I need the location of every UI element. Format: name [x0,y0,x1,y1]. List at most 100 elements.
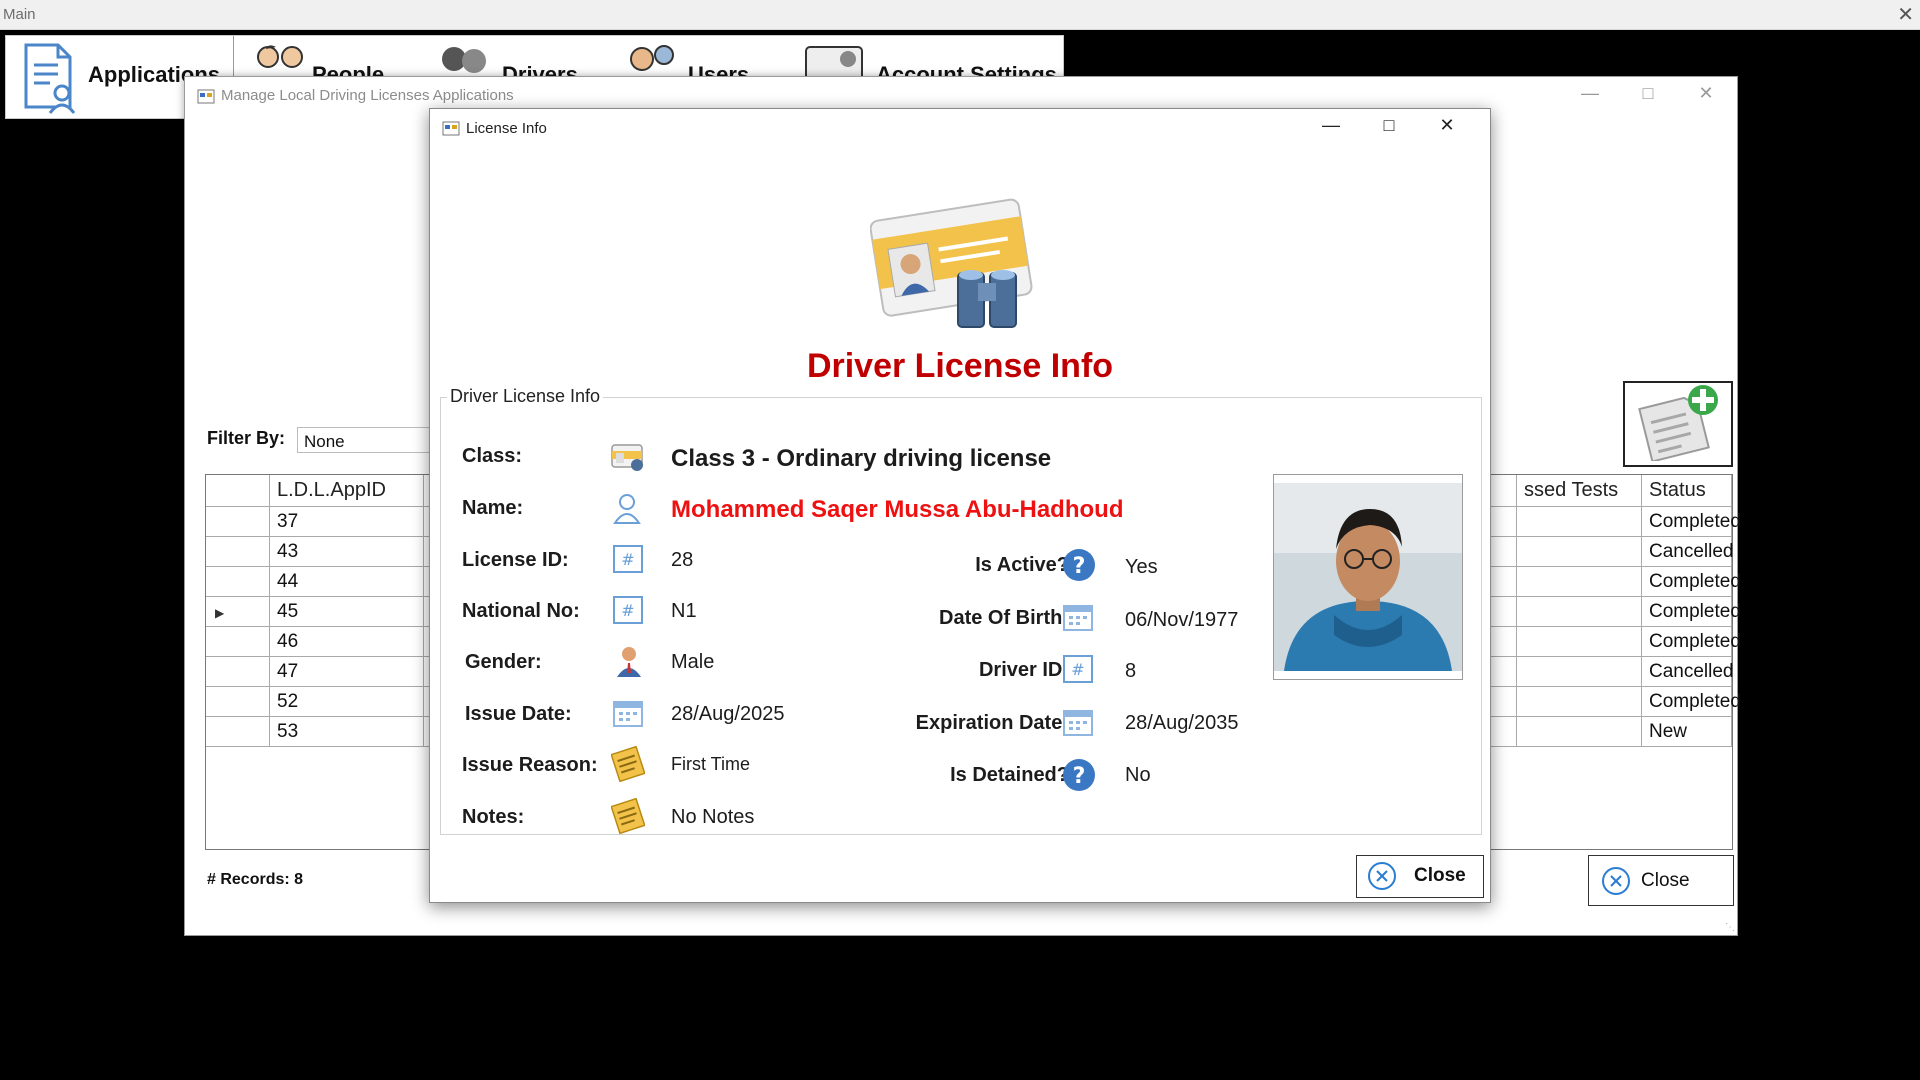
users-icon [630,45,674,71]
grid-header-selector [206,475,270,506]
cell-app-id[interactable]: 45 [270,597,424,626]
cell-passed-tests[interactable] [1516,717,1642,746]
filter-by-label: Filter By: [207,428,286,448]
cell-status[interactable]: Completed [1642,507,1741,536]
dialog-close-label: Close [1414,865,1466,886]
dialog-close-button[interactable]: Close [1356,855,1484,898]
notes-value: No Notes [671,806,755,828]
issue-reason-label: Issue Reason: [462,754,598,776]
records-count-label: # Records: 8 [207,871,303,889]
calendar-icon [1063,605,1093,631]
cell-status[interactable]: Cancelled [1642,537,1734,566]
main-titlebar: Main ✕ [0,0,1920,30]
person-icon [617,647,641,677]
cell-passed-tests[interactable] [1516,687,1642,716]
row-selector[interactable]: ▶ [206,597,270,626]
national-no-label: National No: [462,600,580,622]
notes-label: Notes: [462,806,525,828]
date-of-birth-label: Date Of Birth: [939,607,1069,629]
manage-close-button[interactable]: Close [1588,855,1734,906]
calendar-icon [1063,710,1093,736]
license-card-icon [870,198,1033,328]
row-selector[interactable] [206,627,270,656]
is-detained-label: Is Detained? [950,764,1069,786]
row-selector[interactable] [206,687,270,716]
row-selector[interactable] [206,567,270,596]
cell-passed-tests[interactable] [1516,627,1642,656]
help-icon: ? [1063,759,1095,791]
gender-value: Male [671,651,715,673]
add-application-button[interactable] [1623,381,1733,467]
dialog-close-x-button[interactable]: ✕ [1432,115,1462,141]
cell-app-id[interactable]: 37 [270,507,424,536]
cell-app-id[interactable]: 47 [270,657,424,686]
person-outline-icon [613,494,641,524]
row-selector[interactable] [206,537,270,566]
account-settings-icon [805,46,863,81]
records-label-text: # Records: [207,871,290,888]
driver-id-label: Driver ID: [978,659,1069,681]
gender-label: Gender: [465,651,542,673]
notes-icon [611,798,645,834]
svg-text:#: # [621,550,634,569]
cell-passed-tests[interactable] [1516,507,1642,536]
cell-status[interactable]: Cancelled [1642,657,1734,686]
dialog-heading: Driver License Info [806,347,1114,385]
cell-app-id[interactable]: 46 [270,627,424,656]
group-title: Driver License Info [447,386,604,407]
dialog-titlebar: License Info — □ ✕ [430,109,1490,147]
add-application-icon [1638,385,1718,463]
is-active-label: Is Active? [975,554,1069,576]
cell-passed-tests[interactable] [1516,537,1642,566]
main-window-title: Main [3,6,36,23]
hash-icon: # [613,545,643,573]
window-app-icon [442,121,460,136]
cell-passed-tests[interactable] [1516,657,1642,686]
license-info-group: Driver License Info Class: Name: License… [440,386,1482,835]
manage-maximize-button[interactable]: □ [1633,83,1663,107]
manage-close-x-button[interactable]: ✕ [1691,83,1721,107]
driver-id-value: 8 [1125,660,1137,682]
row-selector[interactable] [206,657,270,686]
cell-app-id[interactable]: 53 [270,717,424,746]
manage-minimize-button[interactable]: — [1575,83,1605,107]
dialog-maximize-button[interactable]: □ [1374,115,1404,141]
class-value: Class 3 - Ordinary driving license [671,445,1052,472]
main-close-button[interactable]: ✕ [1897,2,1914,27]
resize-grip[interactable]: ⋱ [1725,922,1735,933]
name-value: Mohammed Saqer Mussa Abu-Hadhoud [671,496,1124,523]
name-label: Name: [462,497,524,519]
expiration-date-label: Expiration Date: [915,712,1069,734]
records-count-value: 8 [294,871,304,888]
dialog-minimize-button[interactable]: — [1316,115,1346,141]
national-no-value: N1 [671,600,697,622]
window-app-icon [197,89,215,104]
notes-icon [611,746,645,782]
cell-status[interactable]: Completed [1642,627,1741,656]
cell-app-id[interactable]: 43 [270,537,424,566]
close-circle-icon [1602,867,1630,895]
license-card-icon [611,444,643,471]
issue-date-label: Issue Date: [465,703,572,725]
driver-photo-frame [1273,474,1463,680]
grid-header-status[interactable]: Status [1642,475,1732,506]
calendar-icon [613,701,643,727]
row-selector[interactable] [206,507,270,536]
cell-status[interactable]: New [1642,717,1732,746]
grid-header-id[interactable]: L.D.L.AppID [270,475,424,506]
license-id-value: 28 [671,549,694,571]
issue-reason-value: First Time [671,754,750,774]
cell-passed-tests[interactable] [1516,597,1642,626]
cell-status[interactable]: Completed [1642,687,1741,716]
cell-status[interactable]: Completed [1642,567,1741,596]
cell-passed-tests[interactable] [1516,567,1642,596]
is-active-value: Yes [1125,556,1158,578]
date-of-birth-value: 06/Nov/1977 [1125,609,1239,631]
grid-header-passed-tests[interactable]: ssed Tests [1516,475,1642,506]
cell-app-id[interactable]: 44 [270,567,424,596]
filter-by-select[interactable]: None [297,427,437,453]
cell-status[interactable]: Completed [1642,597,1741,626]
row-selector[interactable] [206,717,270,746]
cell-app-id[interactable]: 52 [270,687,424,716]
manage-window-title: Manage Local Driving Licenses Applicatio… [221,87,514,104]
